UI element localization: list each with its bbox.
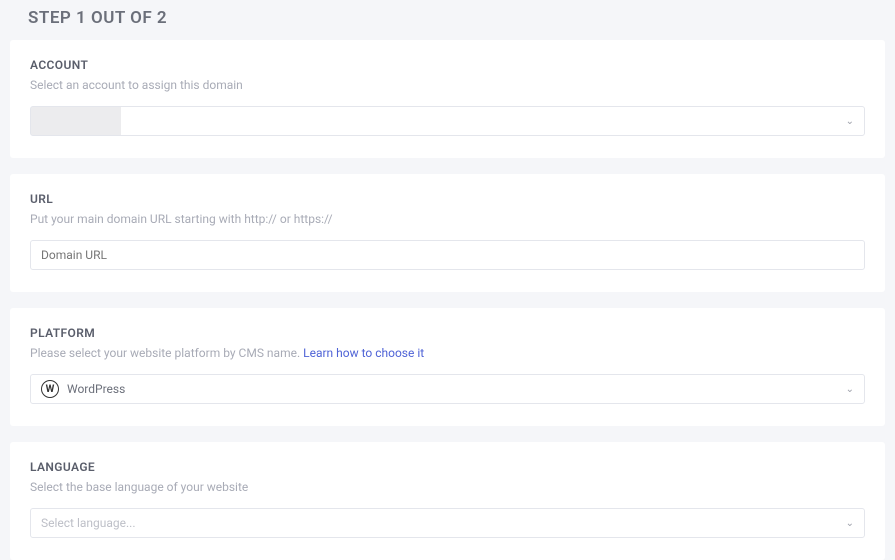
account-select[interactable]: ⌄ bbox=[30, 106, 865, 136]
platform-select[interactable]: W WordPress ⌄ bbox=[30, 374, 865, 404]
chevron-down-icon: ⌄ bbox=[846, 116, 854, 127]
wordpress-icon: W bbox=[41, 380, 59, 398]
account-label: ACCOUNT bbox=[30, 58, 865, 72]
language-select-placeholder: Select language... bbox=[41, 516, 136, 530]
url-input-wrapper bbox=[30, 240, 865, 270]
account-desc: Select an account to assign this domain bbox=[30, 78, 865, 92]
language-select[interactable]: Select language... ⌄ bbox=[30, 508, 865, 538]
url-desc: Put your main domain URL starting with h… bbox=[30, 212, 865, 226]
language-section: LANGUAGE Select the base language of you… bbox=[10, 442, 885, 560]
platform-label: PLATFORM bbox=[30, 326, 865, 340]
platform-select-value: WordPress bbox=[67, 382, 125, 396]
url-section: URL Put your main domain URL starting wi… bbox=[10, 174, 885, 292]
language-label: LANGUAGE bbox=[30, 460, 865, 474]
url-input[interactable] bbox=[41, 248, 854, 262]
chevron-down-icon: ⌄ bbox=[846, 518, 854, 529]
language-desc: Select the base language of your website bbox=[30, 480, 865, 494]
url-label: URL bbox=[30, 192, 865, 206]
step-title: STEP 1 OUT OF 2 bbox=[10, 0, 885, 40]
account-section: ACCOUNT Select an account to assign this… bbox=[10, 40, 885, 158]
platform-section: PLATFORM Please select your website plat… bbox=[10, 308, 885, 426]
learn-link[interactable]: Learn how to choose it bbox=[303, 346, 424, 360]
platform-desc: Please select your website platform by C… bbox=[30, 346, 865, 360]
chevron-down-icon: ⌄ bbox=[846, 384, 854, 395]
